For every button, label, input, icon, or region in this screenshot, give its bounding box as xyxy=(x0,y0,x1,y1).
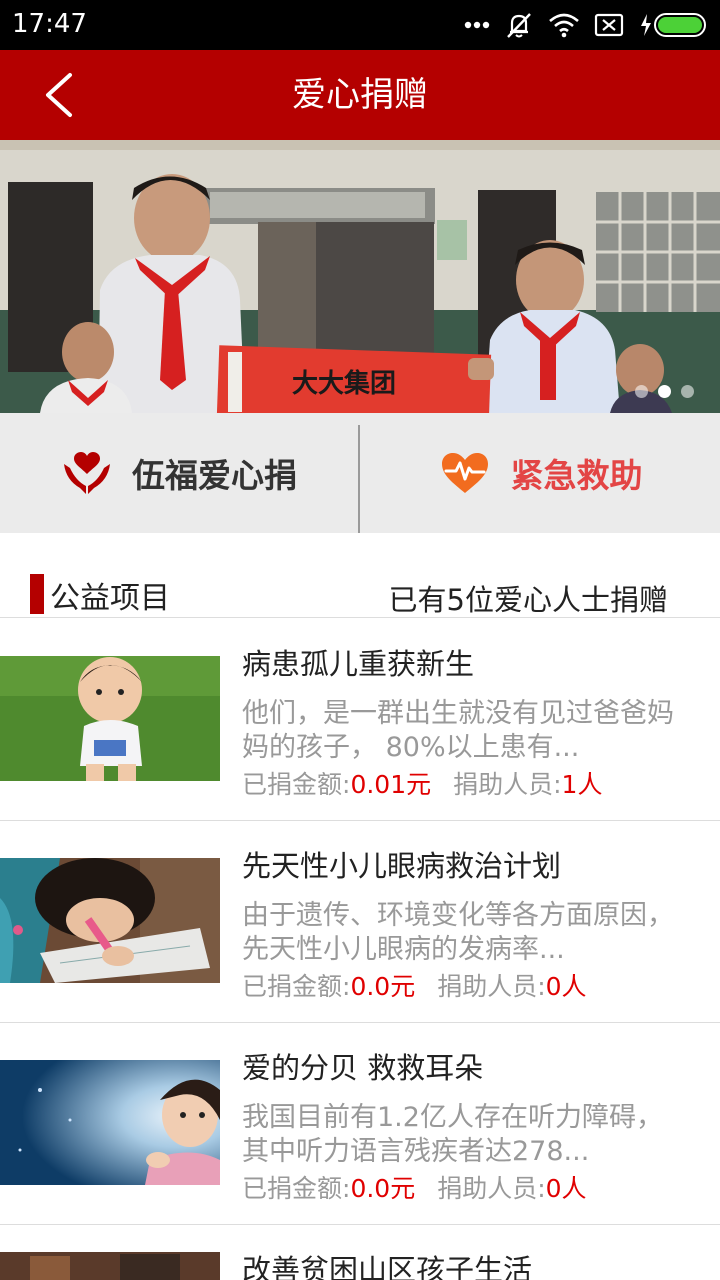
more-dots-icon xyxy=(464,21,490,29)
status-time: 17:47 xyxy=(12,9,87,39)
status-icons xyxy=(464,10,710,40)
mute-icon xyxy=(507,13,531,38)
people-label: 捐助人员: xyxy=(437,972,546,1001)
carousel-indicator xyxy=(635,385,694,398)
project-title: 先天性小儿眼病救治计划 xyxy=(242,849,562,883)
quick-actions: 伍福爱心捐 紧急救助 xyxy=(0,413,720,533)
banner-sign-text: 大大集团 xyxy=(292,368,396,399)
people-label: 捐助人员: xyxy=(437,1174,546,1203)
projects-section-header: 公益项目 已有5位爱心人士捐赠 xyxy=(0,533,720,618)
amount-label: 已捐金额: xyxy=(242,1174,351,1203)
project-description: 我国目前有1.2亿人存在听力障碍，其中听力语言残疾者达278... xyxy=(242,1102,663,1167)
heartbeat-icon xyxy=(441,453,488,493)
amount-label: 已捐金额: xyxy=(242,770,351,799)
project-list-item[interactable]: 爱的分贝 救救耳朵 我国目前有1.2亿人存在听力障碍，其中听力语言残疾者达278… xyxy=(0,1023,720,1225)
app-header: 爱心捐赠 xyxy=(0,50,720,140)
project-stats: 已捐金额:0.0元 捐助人员:0人 xyxy=(242,1169,587,1205)
project-thumbnail xyxy=(0,1060,220,1185)
heart-hands-icon xyxy=(64,452,110,494)
emergency-aid-button[interactable]: 紧急救助 xyxy=(361,413,720,533)
project-title: 爱的分贝 救救耳朵 xyxy=(242,1051,484,1085)
battery-charging-icon xyxy=(641,13,706,37)
amount-value: 0.0元 xyxy=(350,1174,416,1203)
amount-label: 已捐金额: xyxy=(242,972,351,1001)
no-sim-icon xyxy=(594,13,624,37)
project-title: 病患孤儿重获新生 xyxy=(242,647,475,681)
status-bar: 17:47 xyxy=(0,0,720,50)
people-value: 0人 xyxy=(545,972,587,1001)
carousel-dot xyxy=(681,385,694,398)
back-arrow-icon[interactable] xyxy=(30,65,90,125)
page-title: 爱心捐赠 xyxy=(292,75,428,115)
people-label: 捐助人员: xyxy=(453,770,562,799)
wufu-donate-label: 伍福爱心捐 xyxy=(132,456,297,495)
wufu-donate-button[interactable]: 伍福爱心捐 xyxy=(0,413,359,533)
project-list-item[interactable]: 改善贫困山区孩子生活 xyxy=(0,1225,720,1280)
wifi-icon xyxy=(549,13,579,38)
banner-image: 大大集团 xyxy=(0,140,720,413)
project-thumbnail xyxy=(0,858,220,983)
project-stats: 已捐金额:0.01元 捐助人员:1人 xyxy=(242,765,602,801)
carousel-dot-active xyxy=(658,385,671,398)
emergency-aid-label: 紧急救助 xyxy=(510,456,643,495)
project-stats: 已捐金额:0.0元 捐助人员:0人 xyxy=(242,967,587,1003)
project-title: 改善贫困山区孩子生活 xyxy=(242,1253,533,1280)
project-list-item[interactable]: 先天性小儿眼病救治计划 由于遗传、环境变化等各方面原因，先天性小儿眼病的发病率.… xyxy=(0,821,720,1023)
project-thumbnail xyxy=(0,1252,220,1280)
section-title: 公益项目 xyxy=(50,581,170,616)
project-thumbnail xyxy=(0,656,220,781)
project-list-item[interactable]: 病患孤儿重获新生 他们，是一群出生就没有见过爸爸妈妈的孩子， 80%以上患有..… xyxy=(0,619,720,821)
people-value: 0人 xyxy=(545,1174,587,1203)
amount-value: 0.0元 xyxy=(350,972,416,1001)
donor-count-text: 已有5位爱心人士捐赠 xyxy=(388,583,668,617)
project-description: 由于遗传、环境变化等各方面原因，先天性小儿眼病的发病率... xyxy=(242,900,674,965)
people-value: 1人 xyxy=(561,770,603,799)
carousel-dot xyxy=(635,385,648,398)
quick-actions-divider xyxy=(358,425,360,533)
banner-carousel[interactable]: 大大集团 xyxy=(0,140,720,413)
amount-value: 0.01元 xyxy=(350,770,432,799)
section-accent-bar xyxy=(30,574,44,614)
project-description: 他们，是一群出生就没有见过爸爸妈妈的孩子， 80%以上患有... xyxy=(242,698,674,763)
